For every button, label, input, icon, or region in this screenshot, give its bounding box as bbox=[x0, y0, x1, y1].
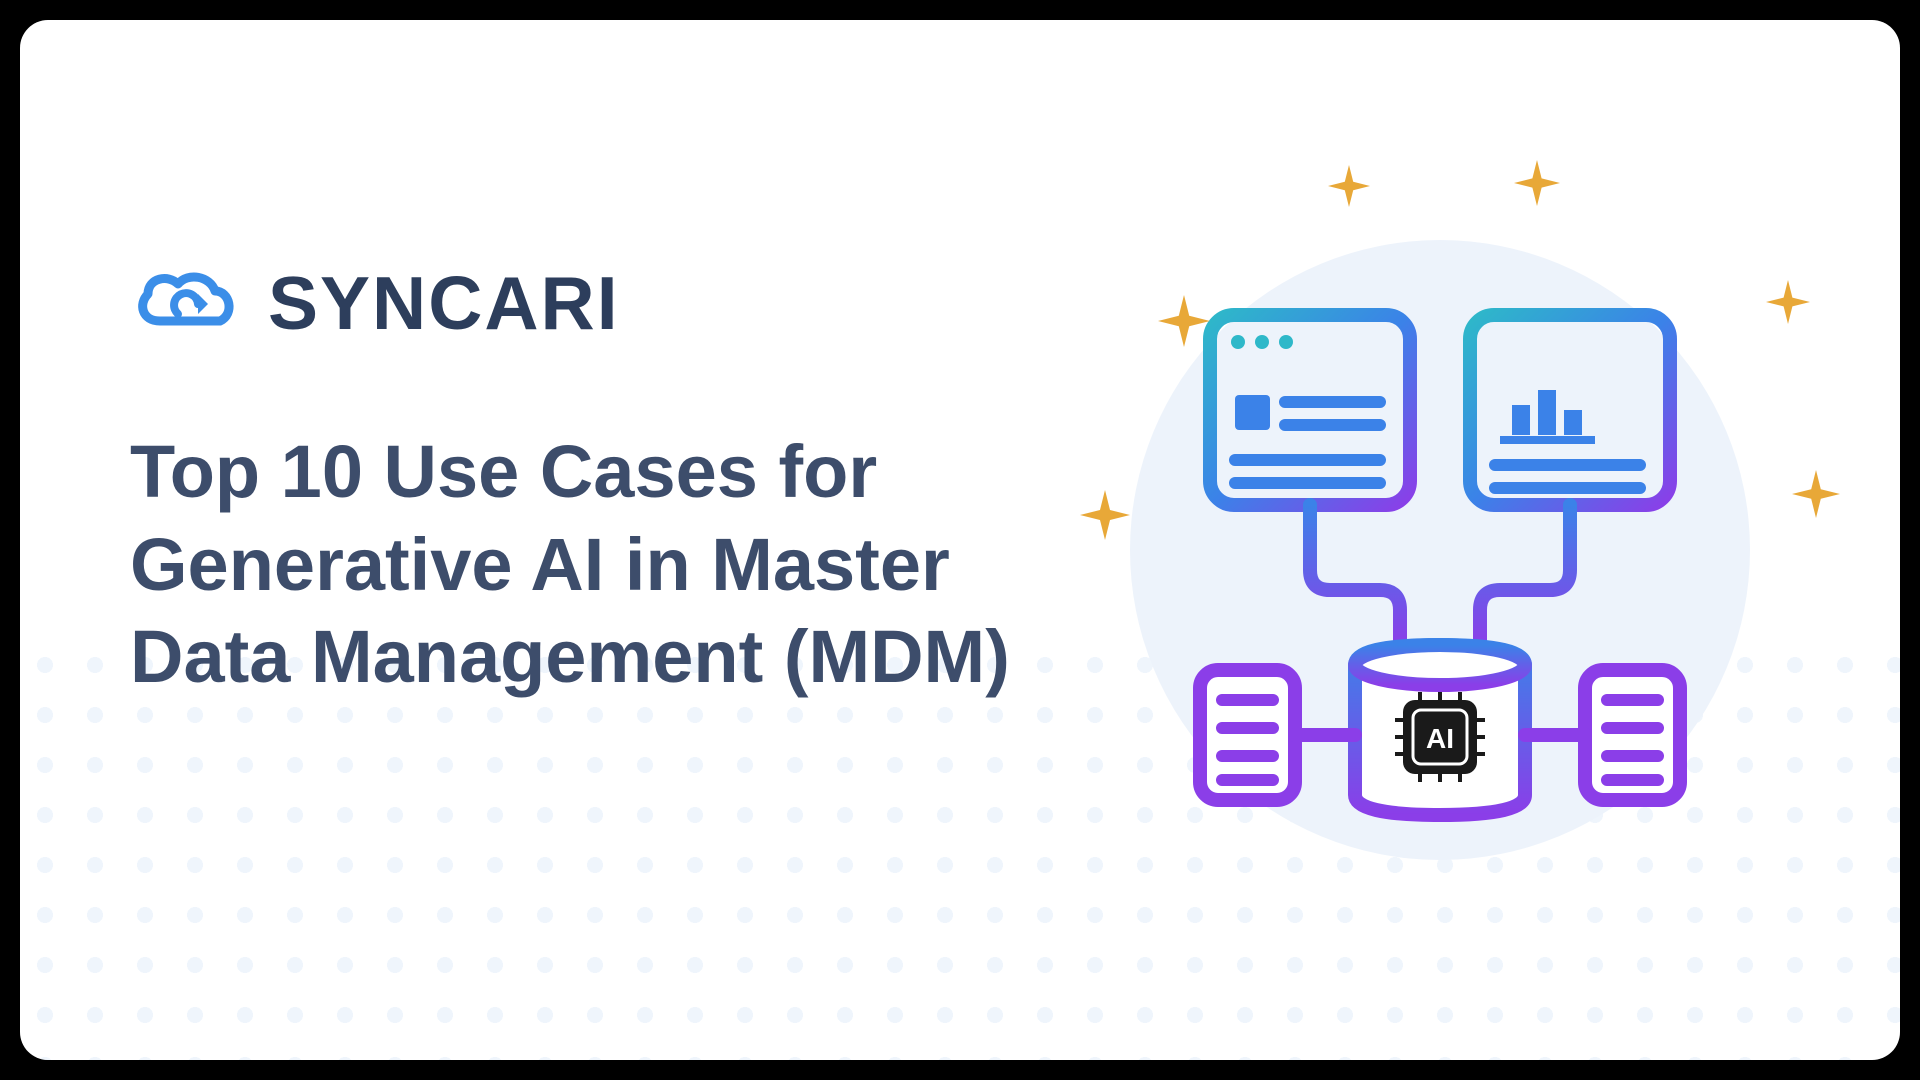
sparkle-icon bbox=[1158, 295, 1210, 347]
brand-name: SYNCARI bbox=[268, 260, 620, 346]
syncari-cloud-icon bbox=[130, 266, 240, 341]
sparkle-icon bbox=[1514, 160, 1560, 206]
sparkle-icon bbox=[1080, 490, 1130, 540]
right-column: AI bbox=[1093, 120, 1790, 960]
sparkle-icon bbox=[1766, 280, 1810, 324]
sparkle-icon bbox=[1792, 470, 1840, 518]
content-wrapper: SYNCARI Top 10 Use Cases for Generative … bbox=[20, 20, 1900, 1060]
left-column: SYNCARI Top 10 Use Cases for Generative … bbox=[130, 120, 1093, 960]
sparkle-icon bbox=[1328, 165, 1370, 207]
headline: Top 10 Use Cases for Generative AI in Ma… bbox=[130, 426, 1090, 704]
ai-chip-label: AI bbox=[1426, 723, 1454, 754]
ai-database-icon: AI bbox=[1130, 250, 1750, 850]
hero-card: SYNCARI Top 10 Use Cases for Generative … bbox=[20, 20, 1900, 1060]
logo-row: SYNCARI bbox=[130, 260, 1093, 346]
